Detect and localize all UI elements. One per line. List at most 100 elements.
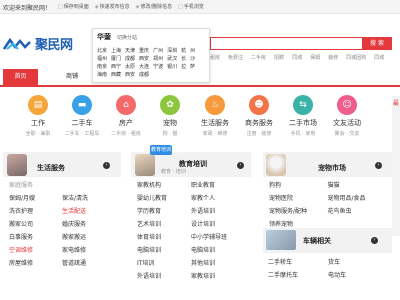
city-link[interactable]: 太原 — [125, 63, 135, 70]
city-link[interactable]: 深圳 — [167, 47, 177, 54]
training-link[interactable]: 职业教育 — [191, 180, 245, 189]
city-link[interactable]: 成都 — [125, 55, 135, 62]
city-link[interactable]: 上海 — [111, 47, 121, 54]
category-life-service[interactable]: ♨ 生活服务 家政 · 维修 — [195, 95, 235, 137]
life-service-link[interactable]: 婚庆服务 — [62, 219, 115, 228]
city-link[interactable]: 银川 — [167, 63, 177, 70]
vehicle-link[interactable]: 电动车 — [328, 270, 388, 279]
search-button[interactable]: 搜 索 — [362, 37, 392, 50]
life-service-link[interactable]: 洗衣护理 — [9, 206, 62, 215]
training-link[interactable]: 艺术培训 — [137, 219, 191, 228]
city-link[interactable]: 西藏 — [111, 71, 121, 78]
site-logo[interactable]: 聚民网 — [3, 34, 73, 53]
city-link[interactable]: 西安 — [139, 55, 149, 62]
city-link[interactable]: 萨 — [190, 63, 195, 70]
training-link[interactable]: 中小学辅导班 — [191, 232, 245, 241]
life-service-link[interactable]: 家电维修 — [62, 245, 115, 254]
city-link[interactable]: 北京 — [97, 47, 107, 54]
life-service-link[interactable]: 家庭服务 — [9, 180, 62, 189]
city-link[interactable]: 长 — [181, 55, 186, 62]
pet-link[interactable]: 领养宠物 — [269, 219, 328, 228]
edit-delete-link[interactable]: ◈修改/删除信息 — [136, 3, 173, 10]
training-link[interactable]: 家教培训 — [191, 271, 245, 280]
life-service-link[interactable]: 空调维修 — [9, 245, 62, 254]
training-link[interactable]: 外语培训 — [191, 206, 245, 215]
tab-mall[interactable]: 商铺 — [62, 69, 82, 85]
city-link[interactable]: 沙 — [190, 55, 195, 62]
training-link[interactable]: 外语培训 — [137, 271, 191, 280]
side-widget[interactable]: 最 — [392, 96, 400, 236]
save-to-desktop-link[interactable]: □保存到桌面 — [58, 3, 89, 10]
city-link[interactable]: 杭 — [181, 47, 186, 54]
life-service-link[interactable]: 房屋维修 — [9, 258, 62, 267]
training-link[interactable]: 家教机构 — [137, 180, 191, 189]
mobile-link[interactable]: □手机浏览 — [178, 3, 204, 10]
hot-keyword-link[interactable]: 同城 — [374, 54, 384, 61]
training-link[interactable]: 设计培训 — [191, 219, 245, 228]
city-link[interactable]: 拉 — [181, 63, 186, 70]
city-link[interactable]: 南京 — [97, 63, 107, 70]
city-link[interactable]: 重庆 — [139, 47, 149, 54]
hot-keyword-link[interactable]: 装修 — [328, 54, 338, 61]
vehicle-link[interactable]: 二手轿车 — [268, 257, 328, 266]
city-link[interactable]: 成都 — [139, 71, 149, 78]
city-link[interactable]: 海南 — [97, 71, 107, 78]
chevron-right-icon[interactable]: › — [375, 162, 382, 169]
chevron-right-icon[interactable]: › — [237, 162, 244, 169]
category-second-hand[interactable]: ⇆ 二手市场 手机 · 家电 — [283, 95, 323, 137]
tab-home[interactable]: 首页 — [3, 69, 38, 85]
pet-link[interactable]: 猫猫 — [328, 180, 387, 189]
life-service-link[interactable]: 保洁/清洗 — [62, 193, 115, 202]
category-paw[interactable]: ✿ 宠物狗 · 猫 — [150, 95, 190, 137]
life-service-link[interactable]: 管道疏通 — [62, 258, 115, 267]
city-link[interactable]: 福州 — [97, 55, 107, 62]
category-car[interactable]: ▬ 二手车 二手车 · 工程车 — [62, 95, 102, 137]
life-service-link[interactable]: 生活配送 — [62, 206, 115, 215]
city-link[interactable]: 西安 — [125, 71, 135, 78]
hot-keyword-link[interactable]: 招聘 — [274, 54, 284, 61]
quick-post-link[interactable]: ◈快速发布信息 — [95, 3, 130, 10]
pet-link[interactable]: 狗狗 — [269, 180, 328, 189]
category-briefcase[interactable]: ▤ 工作 全职 · 兼职 — [18, 95, 58, 137]
hot-keyword-link[interactable]: 同城团购 — [346, 54, 366, 61]
city-link[interactable]: 宁波 — [153, 63, 163, 70]
training-link[interactable]: 学历教育 — [137, 206, 191, 215]
chevron-right-icon[interactable]: › — [371, 237, 378, 244]
chevron-right-icon[interactable]: › — [103, 162, 110, 169]
training-link[interactable]: 其他培训 — [191, 258, 245, 267]
city-link[interactable]: 广州 — [153, 47, 163, 54]
hot-keyword-link[interactable]: 二手房 — [251, 54, 266, 61]
training-link[interactable]: IT培训 — [137, 258, 191, 267]
city-link[interactable]: 武汉 — [167, 55, 177, 62]
city-link[interactable]: 天津 — [125, 47, 135, 54]
life-service-link[interactable]: 白事服务 — [9, 232, 62, 241]
category-culture[interactable]: ☺ 文友活动 聚会 · 交友 — [327, 95, 367, 137]
life-service-link[interactable]: 保姆/月嫂 — [9, 193, 62, 202]
training-link[interactable]: 家教个人 — [191, 193, 245, 202]
hot-keyword-link[interactable]: 租房 — [210, 54, 220, 61]
category-business-service[interactable]: ☻ 商务服务 注册 · 装修 — [239, 95, 279, 137]
hot-keyword-link[interactable]: 同城 — [292, 54, 302, 61]
city-link[interactable]: 西宁 — [111, 63, 121, 70]
city-link[interactable]: 厦门 — [111, 55, 121, 62]
category-house[interactable]: ⌂ 房产 二手房 · 租房 — [106, 95, 146, 137]
city-link[interactable]: 大连 — [139, 63, 149, 70]
hot-keyword-link[interactable]: 保姆 — [310, 54, 320, 61]
search-input[interactable] — [210, 37, 363, 50]
city-link[interactable]: 郑州 — [153, 55, 163, 62]
training-link[interactable]: 体育培训 — [137, 232, 191, 241]
city-link[interactable]: 州 — [190, 47, 195, 54]
pet-link[interactable]: 宠物用品/食品 — [328, 193, 387, 202]
pet-link[interactable]: 宠物服务/配种 — [269, 206, 328, 215]
switch-city-link[interactable]: 切换分站 — [117, 34, 137, 41]
life-service-link[interactable]: 搬家搬运 — [62, 232, 115, 241]
training-link[interactable]: 电脑培训 — [137, 245, 191, 254]
training-link[interactable]: 电脑培训 — [191, 245, 245, 254]
vehicle-link[interactable]: 货车 — [328, 257, 388, 266]
training-link[interactable]: 婴幼儿教育 — [137, 193, 191, 202]
pet-link[interactable]: 宠物医院 — [269, 193, 328, 202]
vehicle-link[interactable]: 二手摩托车 — [268, 270, 328, 279]
life-service-link[interactable]: 搬家公司 — [9, 219, 62, 228]
pet-link[interactable]: 花鸟鱼虫 — [328, 206, 387, 215]
hot-keyword-link[interactable]: 免费注 — [228, 54, 243, 61]
